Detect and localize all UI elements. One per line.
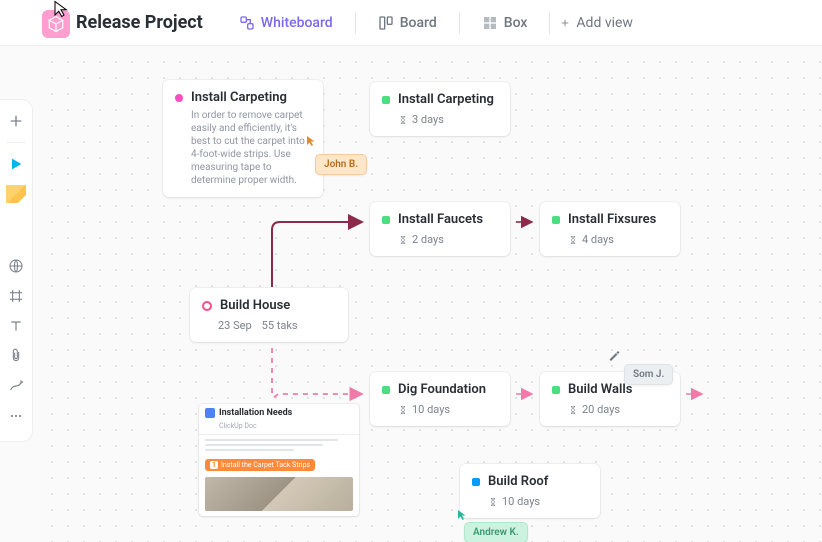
tab-separator [549,12,550,34]
collab-cursor-icon [305,132,317,144]
tab-whiteboard[interactable]: Whiteboard [227,9,345,37]
card-duration: 20 days [582,403,620,416]
collab-cursor-icon [608,346,620,358]
collab-cursor-label-som: Som J. [624,364,673,385]
doc-body-lines [199,435,359,455]
cursor-icon [52,0,70,18]
status-dot-icon [202,301,212,311]
card-duration: 4 days [582,233,614,246]
status-dot-icon [175,94,183,102]
tab-separator [355,12,356,34]
tab-whiteboard-label: Whiteboard [261,15,333,31]
collab-cursor-label-john: John B. [315,154,367,175]
connector-tool[interactable] [5,375,27,397]
tab-box-label: Box [504,15,528,31]
header: Release Project Whiteboard Board Box Add… [0,0,822,46]
tool-rail [0,100,32,441]
card-duration: 10 days [412,403,450,416]
card-title: Install Fixsures [568,212,656,227]
card-duration: 3 days [412,113,444,126]
text-tool[interactable] [5,315,27,337]
view-tabs: Whiteboard Board Box Add view [227,9,633,37]
add-tool[interactable] [5,110,27,132]
hourglass-icon [398,235,408,245]
doc-title: Installation Needs [219,408,292,418]
collab-cursor-icon [456,506,468,518]
card-title: Install Carpeting [398,92,494,107]
doc-subtitle: ClickUp Doc [199,422,359,435]
card-duration: 10 days [502,495,540,508]
status-dot-icon [472,478,480,486]
card-title: Build House [220,298,290,313]
doc-icon [205,408,215,418]
whiteboard-icon [239,15,255,31]
status-dot-icon [552,386,560,394]
status-dot-icon [382,386,390,394]
globe-tool[interactable] [5,255,27,277]
card-title: Install Faucets [398,212,483,227]
play-tool[interactable] [5,153,27,175]
more-tools[interactable] [5,405,27,427]
card-date: 23 Sep [218,319,252,332]
frame-tool[interactable] [5,285,27,307]
card-install-fixtures[interactable]: Install Fixsures 4 days [540,202,680,256]
doc-preview[interactable]: Installation Needs ClickUp Doc 1Install … [199,404,359,516]
card-build-roof[interactable]: Build Roof 10 days [460,464,600,518]
collab-cursor-label-andrew: Andrew K. [464,522,528,542]
card-dig-foundation[interactable]: Dig Foundation 10 days [370,372,510,426]
doc-image-placeholder [205,477,353,511]
status-dot-icon [382,216,390,224]
status-dot-icon [552,216,560,224]
rail-separator [7,142,25,143]
card-title: Install Carpeting [191,90,287,105]
sticky-note-icon [6,185,26,203]
card-title: Build Roof [488,474,548,489]
hourglass-icon [398,115,408,125]
tab-board-label: Board [400,15,437,31]
box-icon [482,15,498,31]
card-title: Build Walls [568,382,632,397]
tab-board[interactable]: Board [366,9,449,37]
card-duration: 2 days [412,233,444,246]
card-build-house[interactable]: Build House 23 Sep 55 taks [190,288,348,342]
hourglass-icon [398,405,408,415]
board-icon [378,15,394,31]
card-install-faucets[interactable]: Install Faucets 2 days [370,202,510,256]
card-title: Dig Foundation [398,382,486,397]
tab-separator [459,12,460,34]
add-view-button[interactable]: Add view [560,15,633,31]
doc-step-label: 1Install the Carpet Tack Strips [205,459,315,471]
hourglass-icon [568,235,578,245]
card-install-carpeting[interactable]: Install Carpeting 3 days [370,82,510,136]
plus-icon [560,18,570,28]
tab-box[interactable]: Box [470,9,540,37]
card-tasks: 55 taks [262,319,298,332]
card-description: In order to remove carpet easily and eff… [191,109,311,187]
hourglass-icon [568,405,578,415]
add-view-label: Add view [576,15,633,31]
hourglass-icon [488,497,498,507]
page-title: Release Project [76,12,203,33]
attachment-tool[interactable] [5,345,27,367]
sticky-note-tool[interactable] [5,183,27,205]
status-dot-icon [382,96,390,104]
card-install-carpeting-detail[interactable]: Install Carpeting In order to remove car… [163,80,323,197]
